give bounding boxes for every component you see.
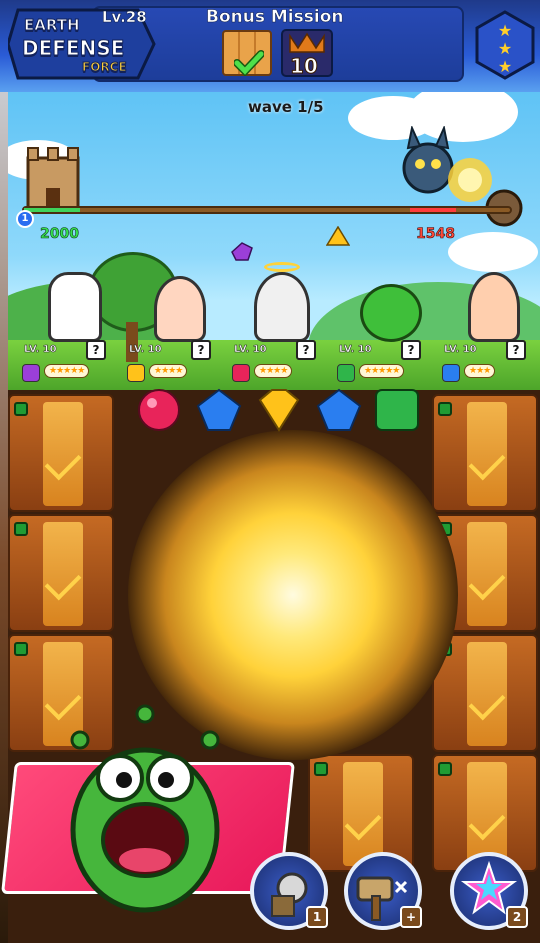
totem-tile[interactable] bbox=[8, 394, 114, 512]
wave-marker: 1 bbox=[16, 210, 34, 228]
purple-gem-icon bbox=[231, 242, 253, 261]
purple-gem-icon bbox=[22, 364, 40, 382]
hero-card-3[interactable]: LV. 10 ? ★★★★ bbox=[230, 338, 334, 386]
hero-baby-figure bbox=[154, 276, 206, 342]
hero-level: LV. 10 bbox=[129, 344, 162, 356]
three-stars-icon[interactable]: ★ ★ ★ bbox=[474, 10, 536, 80]
hero-level: LV. 10 bbox=[339, 344, 372, 356]
hero-stars: ★★★★ bbox=[149, 364, 188, 378]
hero-chef-figure bbox=[48, 272, 102, 342]
yellow-gem-icon bbox=[326, 226, 350, 246]
yellow-gem-icon bbox=[127, 364, 145, 382]
hero-card-2[interactable]: LV. 10 ? ★★★★ bbox=[125, 338, 229, 386]
hero-card-4[interactable]: LV. 10 ? ★★★★★ bbox=[335, 338, 439, 386]
hero-stars: ★★★★★ bbox=[359, 364, 405, 378]
hero-info-button[interactable]: ? bbox=[506, 340, 526, 360]
skill-count: 2 bbox=[506, 906, 528, 928]
cloud bbox=[448, 232, 538, 272]
hero-stars: ★★★ bbox=[464, 364, 496, 378]
green-gem-icon bbox=[14, 522, 28, 536]
hero-level: LV. 10 bbox=[234, 344, 267, 356]
wave-counter: wave 1/5 bbox=[248, 98, 324, 116]
enemy-hp-fill bbox=[410, 208, 456, 212]
castle-tower-icon bbox=[26, 147, 80, 212]
hero-card-1[interactable]: LV. 10 ? ★★★★★ bbox=[20, 338, 124, 386]
green-gem-icon bbox=[438, 762, 452, 776]
svg-text:★: ★ bbox=[498, 57, 512, 76]
hero-stars: ★★★★ bbox=[254, 364, 293, 378]
hero-info-button[interactable]: ? bbox=[401, 340, 421, 360]
player-hp: 2000 bbox=[40, 226, 80, 243]
hero-bar: LV. 10 ? ★★★★★ LV. 10 ? ★★★★ LV. 10 ? ★★… bbox=[20, 338, 536, 386]
svg-text:★: ★ bbox=[498, 39, 512, 58]
hero-green-monster-figure bbox=[360, 284, 422, 342]
hero-info-button[interactable]: ? bbox=[191, 340, 211, 360]
hero-level: LV. 10 bbox=[444, 344, 477, 356]
green-gem-icon[interactable] bbox=[372, 388, 422, 432]
skill-button-3[interactable]: 2 bbox=[450, 852, 528, 930]
green-gem-icon bbox=[14, 402, 28, 416]
blue-gem-icon[interactable] bbox=[314, 388, 364, 432]
red-gem-icon bbox=[232, 364, 250, 382]
blue-gem-icon bbox=[442, 364, 460, 382]
hero-girl-figure bbox=[468, 272, 520, 342]
check-icon bbox=[234, 50, 264, 76]
halo-icon bbox=[264, 262, 300, 272]
hero-info-button[interactable]: ? bbox=[296, 340, 316, 360]
green-gem-icon bbox=[14, 642, 28, 656]
green-virus-monster-icon bbox=[70, 704, 220, 913]
yellow-gem-icon[interactable] bbox=[254, 388, 304, 432]
logo-text-earth: EARTH bbox=[24, 16, 81, 35]
hero-info-button[interactable]: ? bbox=[86, 340, 106, 360]
mission-title: Bonus Mission bbox=[206, 7, 344, 28]
blue-gem-icon[interactable] bbox=[194, 388, 244, 432]
skill-count: + bbox=[400, 906, 422, 928]
green-gem-icon bbox=[438, 402, 452, 416]
hero-level: LV. 10 bbox=[24, 344, 57, 356]
player-level: Lv.28 bbox=[102, 8, 147, 27]
skill-button-2[interactable]: + bbox=[344, 852, 422, 930]
enemy-hp: 1548 bbox=[416, 226, 456, 243]
logo-text-defense: DEFENSE bbox=[21, 36, 125, 61]
skill-count: 1 bbox=[306, 906, 328, 928]
totem-tile[interactable] bbox=[432, 394, 538, 512]
hero-stars: ★★★★★ bbox=[44, 364, 90, 378]
player-hp-fill bbox=[24, 208, 80, 212]
hero-card-5[interactable]: LV. 10 ? ★★★ bbox=[440, 338, 540, 386]
hero-angel-figure bbox=[254, 272, 310, 342]
left-edge-strip bbox=[0, 0, 8, 943]
red-gem-icon[interactable] bbox=[134, 388, 184, 432]
top-hud: EARTH DEFENSE FORCE Lv.28 Bonus Mission … bbox=[0, 0, 540, 92]
svg-text:★: ★ bbox=[498, 21, 512, 40]
skill-button-1[interactable]: 1 bbox=[250, 852, 328, 930]
logo-text-force: FORCE bbox=[82, 60, 128, 75]
target-count: 10 bbox=[290, 54, 319, 79]
totem-tile[interactable] bbox=[8, 514, 114, 632]
green-gem-icon bbox=[314, 762, 328, 776]
green-gem-icon bbox=[337, 364, 355, 382]
